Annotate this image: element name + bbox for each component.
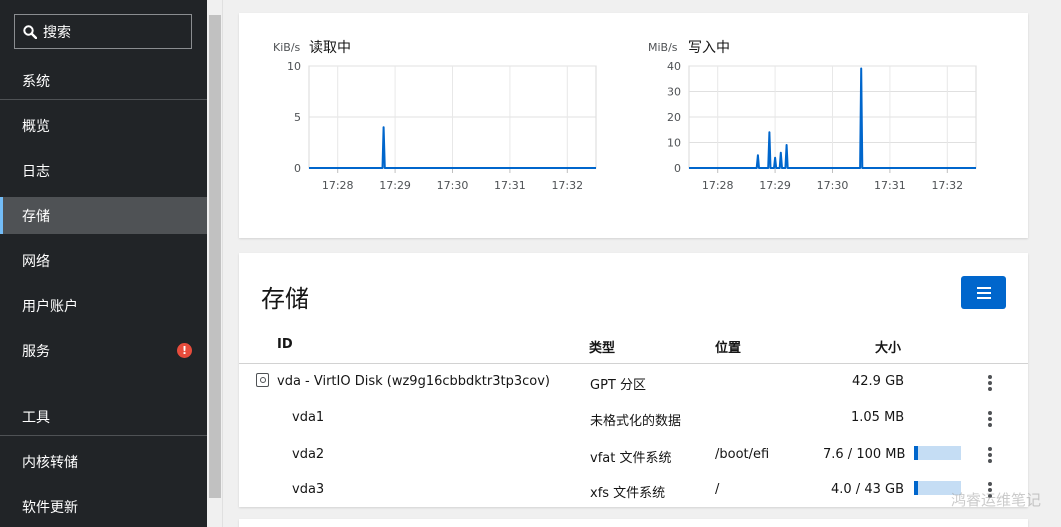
row-actions-kebab-icon[interactable] bbox=[987, 375, 993, 393]
x-tick-label: 17:28 bbox=[702, 179, 734, 192]
table-cell-id[interactable]: vda3 bbox=[292, 482, 324, 497]
sidebar-item-storage[interactable]: 存储 bbox=[0, 197, 207, 234]
table-cell-id[interactable]: vda2 bbox=[292, 447, 324, 462]
io-charts-card: KiB/s 读取中 10 5 0 17:28 17:29 17:30 17:31 17:32 … bbox=[239, 13, 1028, 238]
sidebar-item-label: 内核转储 bbox=[22, 454, 78, 471]
table-cell-type: 未格式化的数据 bbox=[590, 414, 682, 429]
column-header-size: 大小 bbox=[875, 341, 902, 356]
search-input[interactable]: 搜索 bbox=[14, 14, 192, 49]
scrollbar-thumb[interactable] bbox=[209, 15, 221, 498]
sidebar-item-label: 服务 bbox=[22, 343, 50, 360]
x-tick-label: 17:28 bbox=[322, 179, 354, 192]
write-chart-title: 写入中 bbox=[688, 40, 730, 56]
storage-title: 存储 bbox=[261, 285, 309, 313]
sidebar-item-label: 概览 bbox=[22, 118, 50, 135]
table-cell-id[interactable]: vda1 bbox=[292, 410, 324, 425]
x-tick-label: 17:30 bbox=[437, 179, 469, 192]
sidebar-item-label: 存储 bbox=[22, 208, 50, 225]
read-chart-unit: KiB/s bbox=[273, 41, 301, 54]
y-tick-label: 40 bbox=[667, 60, 681, 73]
watermark: 鸿睿运维笔记 bbox=[950, 491, 1041, 509]
y-tick-label: 10 bbox=[287, 60, 301, 73]
disk-icon bbox=[256, 373, 269, 387]
search-icon bbox=[23, 24, 37, 39]
usage-bar-fill bbox=[914, 446, 918, 460]
row-actions-kebab-icon[interactable] bbox=[987, 411, 993, 429]
sidebar-item-label: 网络 bbox=[22, 253, 50, 270]
usage-bar bbox=[914, 446, 961, 460]
y-tick-label: 20 bbox=[667, 111, 681, 124]
column-header-type: 类型 bbox=[589, 341, 616, 356]
sidebar-item-label: 工具 bbox=[22, 409, 50, 426]
sidebar: 搜索 系统 概览 日志 存储 网络 用户账户 服务 ! 工具 内核转储 软件更新 bbox=[0, 0, 207, 527]
hamburger-icon bbox=[976, 286, 991, 299]
sidebar-divider bbox=[0, 435, 207, 436]
usage-bar-fill bbox=[914, 481, 918, 495]
storage-card: 存储 ID 类型 位置 大小 vda - VirtIO Disk (wz9g16… bbox=[239, 253, 1028, 507]
data-point bbox=[757, 154, 759, 157]
column-header-id: ID bbox=[277, 337, 293, 352]
alert-icon: ! bbox=[177, 343, 192, 358]
table-cell-size: 7.6 / 100 MB bbox=[823, 447, 906, 462]
table-cell-location: /boot/efi bbox=[715, 447, 770, 462]
table-header-divider bbox=[239, 363, 1028, 364]
data-point bbox=[774, 157, 776, 159]
sidebar-item-label: 用户账户 bbox=[22, 298, 78, 315]
data-point bbox=[382, 126, 385, 128]
table-cell-location: / bbox=[715, 482, 720, 497]
write-chart-unit: MiB/s bbox=[648, 41, 678, 54]
sidebar-item-system[interactable]: 系统 bbox=[0, 62, 207, 99]
storage-menu-button[interactable] bbox=[961, 276, 1006, 309]
sidebar-divider bbox=[0, 99, 207, 100]
data-point bbox=[780, 151, 782, 154]
sidebar-item-label: 系统 bbox=[22, 73, 50, 90]
x-tick-label: 17:31 bbox=[494, 179, 526, 192]
x-tick-label: 17:29 bbox=[379, 179, 411, 192]
x-tick-label: 17:32 bbox=[931, 179, 963, 192]
row-actions-kebab-icon[interactable] bbox=[987, 447, 993, 465]
column-header-location: 位置 bbox=[715, 341, 742, 356]
write-chart: 40 30 20 10 0 17:28 17:29 17:30 17:31 17:32 bbox=[667, 60, 977, 192]
data-point bbox=[768, 131, 771, 134]
table-cell-size: 42.9 GB bbox=[852, 374, 905, 389]
x-tick-label: 17:29 bbox=[759, 179, 791, 192]
table-cell-size: 4.0 / 43 GB bbox=[831, 482, 904, 497]
y-tick-label: 10 bbox=[667, 137, 681, 150]
sidebar-item-label: 日志 bbox=[22, 163, 50, 180]
sidebar-item-label: 软件更新 bbox=[22, 499, 78, 516]
sidebar-item-overview[interactable]: 概览 bbox=[0, 107, 207, 144]
sidebar-item-updates[interactable]: 软件更新 bbox=[0, 488, 207, 525]
read-chart-title: 读取中 bbox=[309, 40, 351, 56]
next-card bbox=[239, 519, 1028, 527]
x-tick-label: 17:31 bbox=[874, 179, 906, 192]
y-tick-label: 0 bbox=[294, 162, 301, 175]
table-cell-type: vfat 文件系统 bbox=[590, 451, 672, 466]
sidebar-item-networking[interactable]: 网络 bbox=[0, 242, 207, 279]
x-tick-label: 17:32 bbox=[551, 179, 583, 192]
data-point bbox=[860, 67, 862, 70]
sidebar-item-kdump[interactable]: 内核转储 bbox=[0, 443, 207, 480]
sidebar-item-services[interactable]: 服务 ! bbox=[0, 332, 207, 369]
y-tick-label: 5 bbox=[294, 111, 301, 124]
table-cell-id[interactable]: vda - VirtIO Disk (wz9g16cbbdktr3tp3cov) bbox=[277, 374, 550, 389]
search-label: 搜索 bbox=[43, 24, 71, 41]
sidebar-item-accounts[interactable]: 用户账户 bbox=[0, 287, 207, 324]
table-cell-type: GPT 分区 bbox=[590, 378, 646, 393]
read-chart: 10 5 0 17:28 17:29 17:30 17:31 17:32 bbox=[287, 60, 597, 192]
table-cell-size: 1.05 MB bbox=[851, 410, 905, 425]
data-point bbox=[785, 144, 788, 146]
y-tick-label: 30 bbox=[667, 86, 681, 99]
table-cell-type: xfs 文件系统 bbox=[590, 486, 666, 501]
sidebar-item-tools[interactable]: 工具 bbox=[0, 398, 207, 435]
x-tick-label: 17:30 bbox=[817, 179, 849, 192]
sidebar-item-logs[interactable]: 日志 bbox=[0, 152, 207, 189]
y-tick-label: 0 bbox=[674, 162, 681, 175]
